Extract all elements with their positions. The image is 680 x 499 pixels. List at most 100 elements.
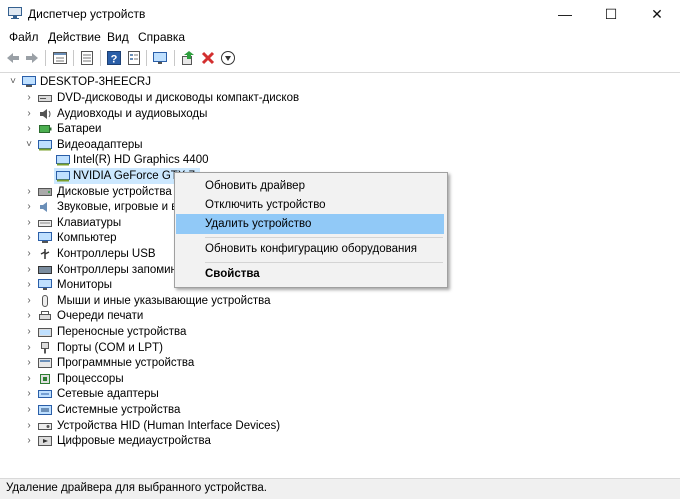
menu-view[interactable]: Вид (107, 30, 129, 44)
expand-chevron-icon[interactable]: › (24, 402, 34, 418)
monitor-icon (38, 279, 52, 291)
battery-icon (38, 123, 52, 135)
display-adapter-icon (56, 154, 70, 166)
download-icon[interactable] (220, 50, 236, 66)
expand-chevron-icon[interactable]: › (24, 121, 34, 137)
tree-category-label: Мыши и иные указывающие устройства (57, 294, 271, 307)
expand-chevron-icon[interactable]: › (24, 215, 34, 231)
expand-chevron-icon[interactable]: › (24, 199, 34, 215)
tree-category[interactable]: › Мыши и иные указывающие устройства (24, 293, 271, 309)
tree-category-label: Дисковые устройства (57, 185, 172, 198)
processor-icon (38, 373, 52, 385)
menu-separator (205, 262, 443, 263)
tree-category-label: DVD-дисководы и дисководы компакт-дисков (57, 92, 300, 104)
tree-category-label: Контроллеры USB (57, 248, 156, 260)
forward-arrow-icon[interactable] (24, 50, 40, 66)
toolbar-separator (73, 50, 74, 66)
tree-category-label: Звуковые, игровые и вид (57, 201, 191, 214)
menu-scan-hardware-label: Обновить конфигурацию оборудования (205, 243, 417, 255)
expand-chevron-icon[interactable]: › (24, 106, 34, 122)
sound-icon (38, 201, 52, 213)
toolbar-separator (174, 50, 175, 66)
menu-help[interactable]: Справка (138, 30, 185, 44)
expand-chevron-icon[interactable]: › (24, 184, 34, 200)
back-arrow-icon[interactable] (5, 50, 21, 66)
tree-category-label: Устройства HID (Human Interface Devices) (57, 419, 281, 432)
expand-chevron-icon[interactable]: › (24, 277, 34, 293)
expand-chevron-icon[interactable]: › (24, 246, 34, 262)
tree-category-label: Процессоры (57, 372, 124, 385)
toolbar-separator (45, 50, 46, 66)
expand-chevron-icon[interactable]: › (24, 262, 34, 278)
display-adapter-icon (38, 139, 52, 151)
device-manager-icon (8, 7, 22, 19)
menu-bar: Файл Действие Вид Справка (0, 28, 680, 46)
menu-properties[interactable]: Свойства (176, 264, 444, 284)
menu-update-driver-label: Обновить драйвер (205, 180, 305, 192)
menu-uninstall-device[interactable]: Удалить устройство (176, 214, 444, 234)
minimize-button[interactable]: — (542, 0, 588, 28)
tree-category-label: Очереди печати (57, 310, 144, 323)
menu-file[interactable]: Файл (9, 30, 39, 44)
tree-category-label: Сетевые адаптеры (57, 388, 159, 401)
tree-category[interactable]: › Системные устройства (24, 402, 264, 418)
close-button[interactable]: ✕ (634, 0, 680, 28)
tree-category[interactable]: › Батареи (24, 121, 264, 137)
status-bar: Удаление драйвера для выбранного устройс… (0, 478, 680, 499)
tree-category[interactable]: › Устройства HID (Human Interface Devices… (24, 418, 280, 434)
menu-action[interactable]: Действие (48, 30, 101, 44)
remove-device-icon[interactable] (200, 50, 216, 66)
tree-root[interactable]: ˅ DESKTOP-3HEECRJ (8, 74, 208, 90)
properties-icon[interactable] (52, 50, 68, 66)
keyboard-icon (38, 217, 52, 229)
system-device-icon (38, 404, 52, 416)
toolbar-separator (146, 50, 147, 66)
expand-chevron-icon[interactable]: › (24, 418, 34, 434)
menu-disable-device-label: Отключить устройство (205, 199, 326, 211)
expand-chevron-icon[interactable]: › (24, 308, 34, 324)
collapse-chevron-icon[interactable]: ˅ (24, 137, 34, 153)
tree-category-label: Компьютер (57, 232, 117, 245)
expand-chevron-icon[interactable]: › (24, 355, 34, 371)
monitor-icon[interactable] (152, 50, 168, 66)
tree-category[interactable]: › Переносные устройства (24, 324, 264, 340)
list-view-icon[interactable] (126, 50, 142, 66)
expand-chevron-icon[interactable]: › (24, 371, 34, 387)
menu-scan-hardware[interactable]: Обновить конфигурацию оборудования (176, 239, 444, 259)
expand-chevron-icon[interactable]: › (24, 340, 34, 356)
tree-category[interactable]: › Аудиовходы и аудиовыходы (24, 106, 264, 122)
tree-category[interactable]: › Программные устройства (24, 355, 264, 371)
tree-category[interactable]: › Процессоры (24, 371, 264, 387)
tree-device[interactable]: Intel(R) HD Graphics 4400 (54, 152, 214, 168)
expand-chevron-icon[interactable]: › (24, 433, 34, 449)
svg-text:?: ? (111, 54, 118, 66)
toolbar-separator (100, 50, 101, 66)
collapse-chevron-icon[interactable]: ˅ (8, 74, 18, 90)
help-icon[interactable]: ? (106, 50, 122, 66)
tree-category-label: Видеоадаптеры (57, 138, 143, 151)
tree-category-label: Контроллеры запомина (57, 263, 184, 276)
details-view-icon[interactable] (79, 50, 95, 66)
speaker-icon (38, 108, 52, 120)
disk-drive-icon (38, 186, 52, 198)
expand-chevron-icon[interactable]: › (24, 230, 34, 246)
software-device-icon (38, 357, 52, 369)
maximize-button[interactable]: ☐ (588, 0, 634, 28)
tree-category-label: Батареи (57, 123, 102, 136)
expand-chevron-icon[interactable]: › (24, 90, 34, 106)
tree-category[interactable]: › DVD-дисководы и дисководы компакт-диско… (24, 90, 299, 106)
portable-device-icon (38, 326, 52, 338)
tree-category-label: Аудиовходы и аудиовыходы (57, 107, 208, 120)
usb-icon (38, 248, 52, 260)
menu-disable-device[interactable]: Отключить устройство (176, 195, 444, 215)
tree-category[interactable]: › Порты (COM и LPT) (24, 340, 264, 356)
expand-chevron-icon[interactable]: › (24, 324, 34, 340)
menu-update-driver[interactable]: Обновить драйвер (176, 176, 444, 196)
tree-category[interactable]: › Сетевые адаптеры (24, 386, 264, 402)
expand-chevron-icon[interactable]: › (24, 386, 34, 402)
expand-chevron-icon[interactable]: › (24, 293, 34, 309)
tree-category[interactable]: › Очереди печати (24, 308, 264, 324)
tree-category[interactable]: › Цифровые медиаустройства (24, 433, 264, 449)
update-driver-icon[interactable] (180, 50, 196, 66)
tree-category[interactable]: ˅ Видеоадаптеры (24, 137, 264, 153)
